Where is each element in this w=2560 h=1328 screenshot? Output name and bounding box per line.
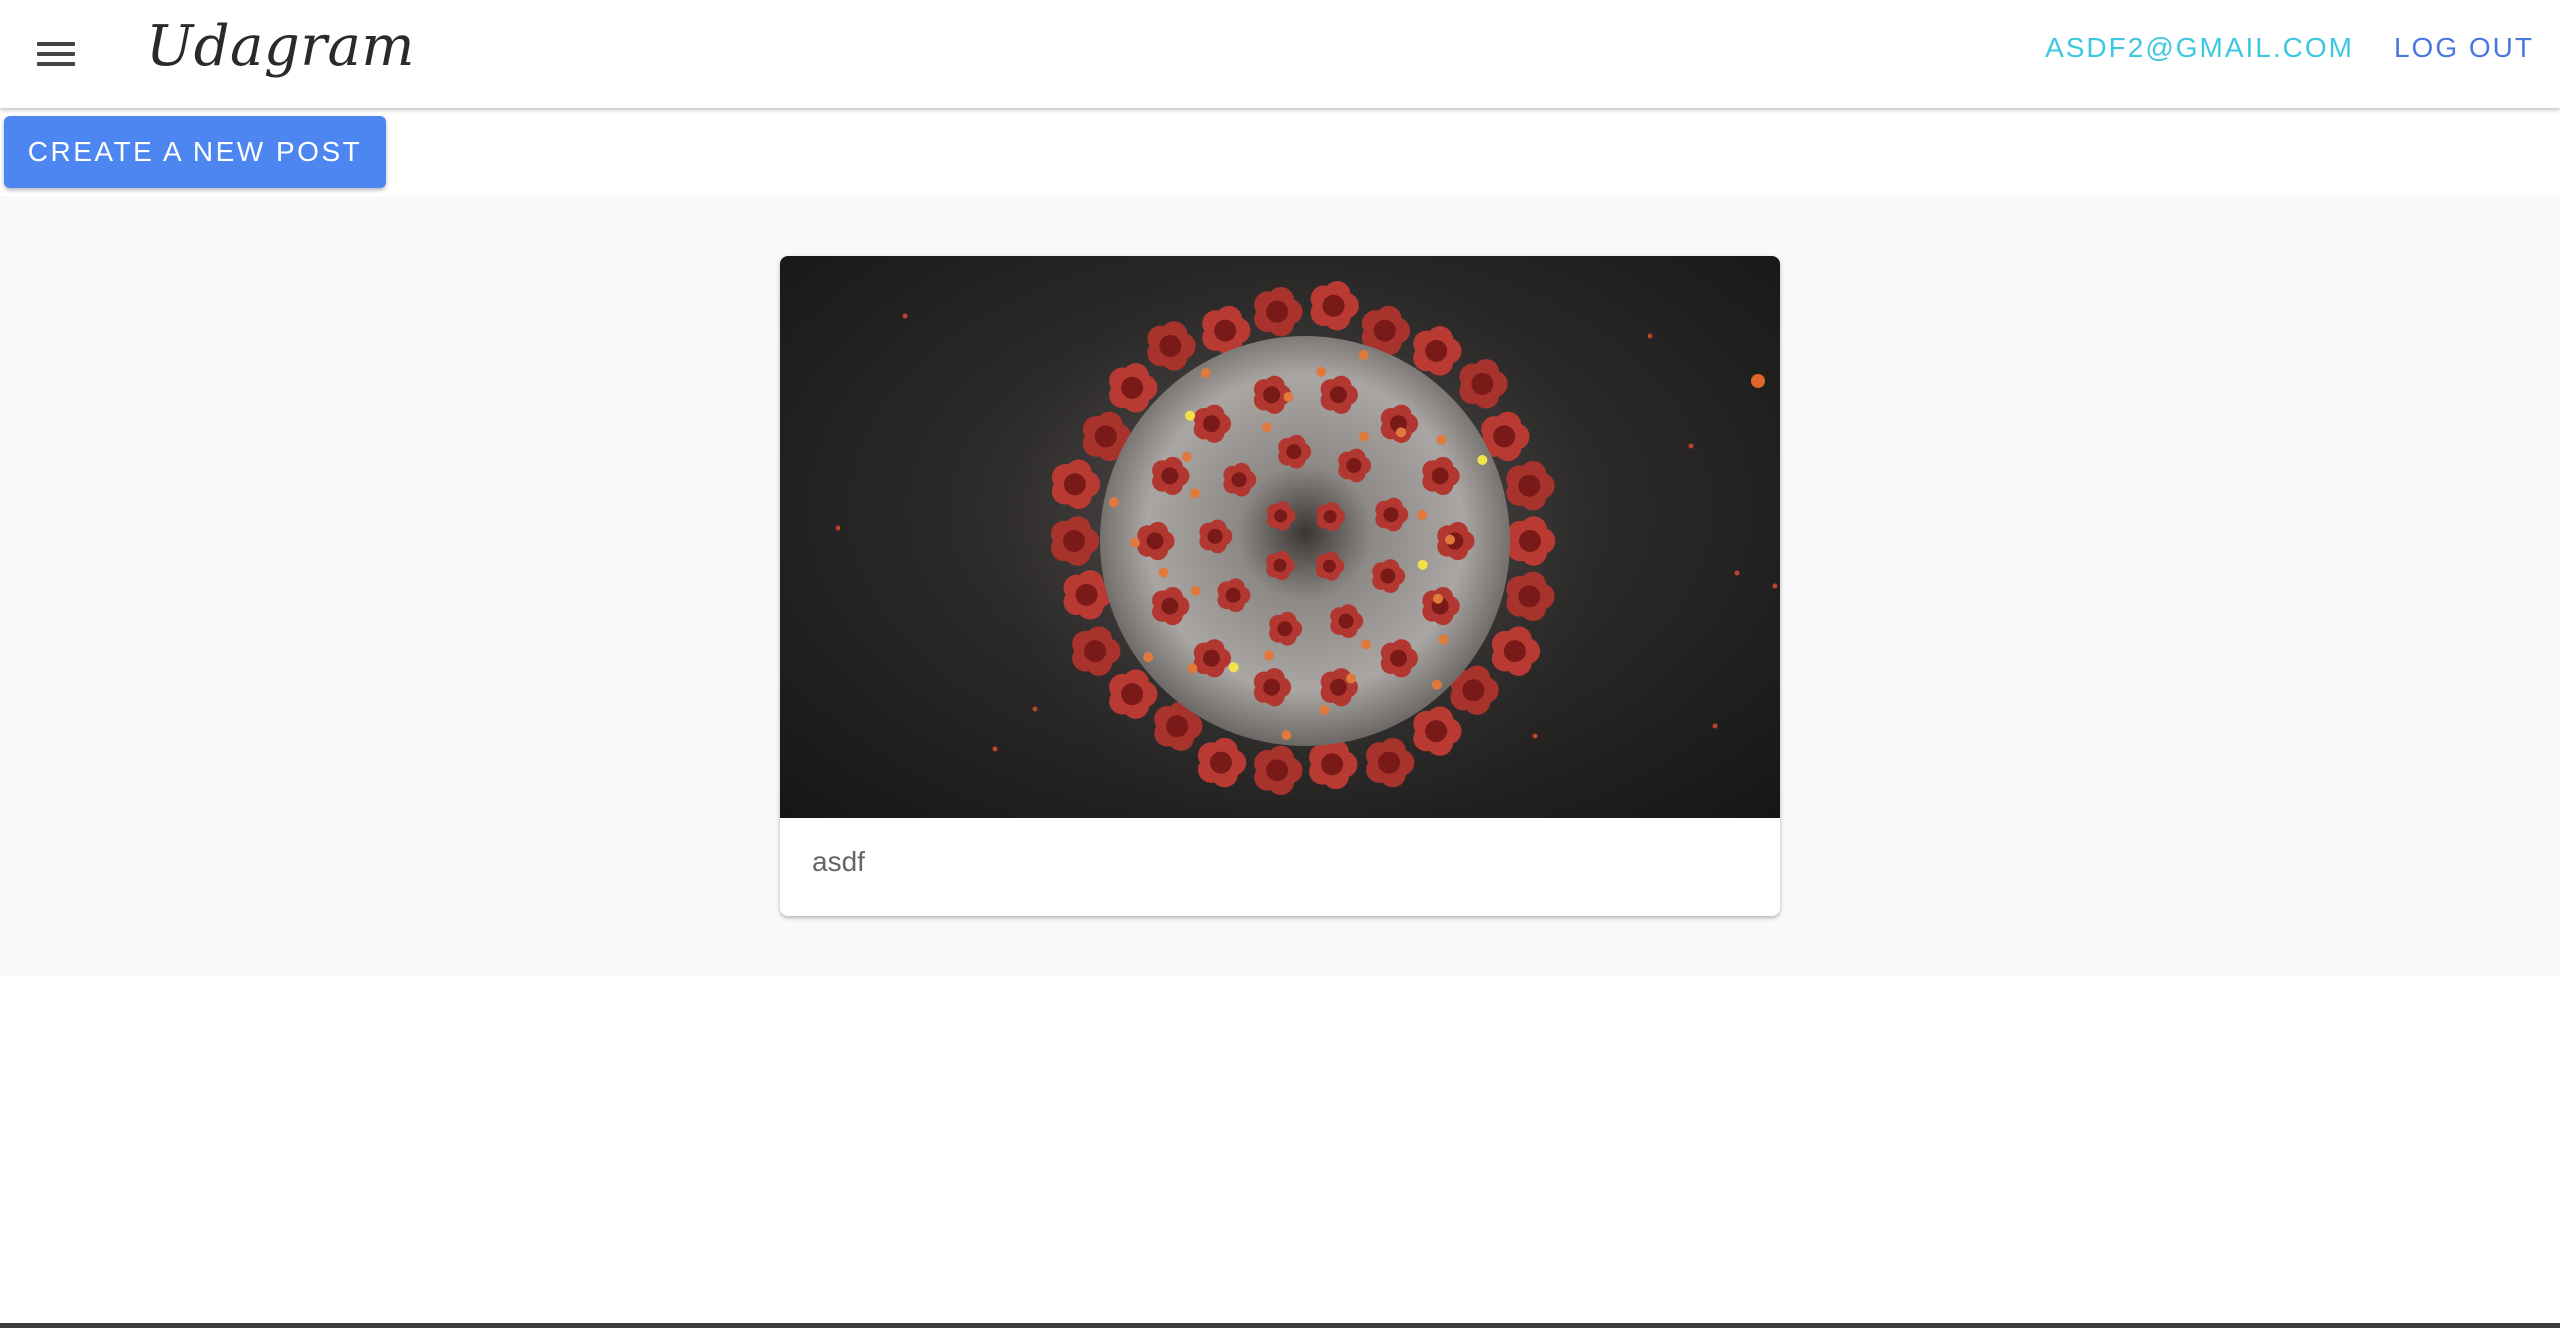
post-card: asdf [780, 256, 1780, 916]
app-brand[interactable]: Udagram [146, 14, 415, 79]
post-image [780, 256, 1780, 818]
hamburger-menu-icon[interactable] [24, 22, 88, 86]
action-bar: CREATE A NEW POST [0, 108, 2560, 196]
post-caption: asdf [812, 846, 865, 877]
window-bottom-edge [0, 1323, 2560, 1328]
user-nav: ASDF2@GMAIL.COM LOG OUT [2045, 32, 2534, 64]
top-toolbar: Udagram ASDF2@GMAIL.COM LOG OUT [0, 0, 2560, 108]
user-email-link[interactable]: ASDF2@GMAIL.COM [2045, 32, 2354, 64]
feed: asdf [0, 196, 2560, 976]
logout-link[interactable]: LOG OUT [2394, 32, 2534, 64]
create-post-button[interactable]: CREATE A NEW POST [4, 116, 386, 188]
virus-illustration [835, 256, 1778, 818]
